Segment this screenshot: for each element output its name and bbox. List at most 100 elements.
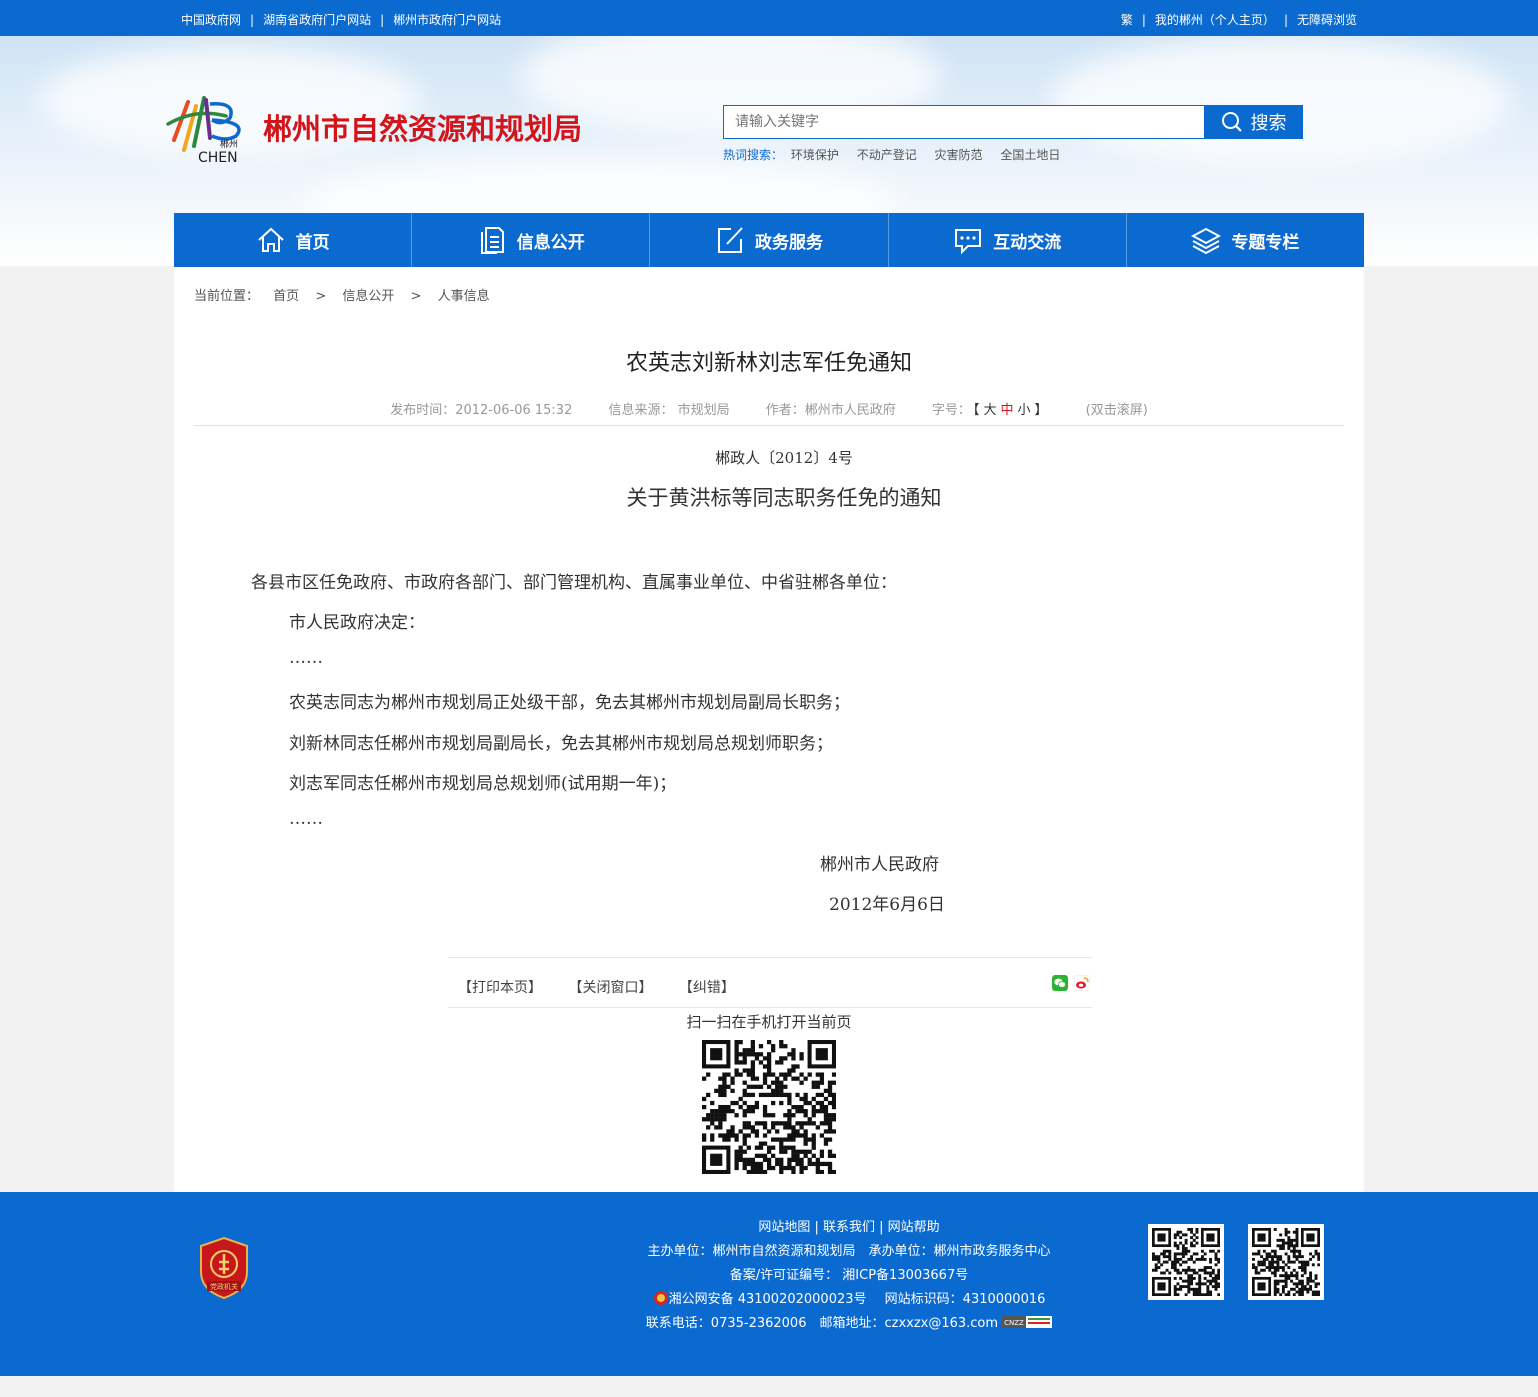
breadcrumb-separator: > [315,289,327,304]
search-input[interactable] [724,106,1204,138]
document-icon [480,227,504,254]
nav-label: 首页 [295,232,330,253]
nav-interaction[interactable]: 互动交流 [889,213,1127,267]
breadcrumb-label: 当前位置： [194,289,260,304]
site-title: 郴州市自然资源和规划局 [263,112,583,146]
search-box [723,105,1205,139]
search-button-label: 搜索 [1250,113,1287,133]
article-meta: 发布时间：2012-06-06 15:32 信息来源： 市规划局 作者：郴州市人… [174,399,1364,418]
footer-qr-1 [1148,1224,1224,1300]
paragraph: 各县市区任免政府、市政府各部门、部门管理机构、直属事业单位、中省驻郴各单位： [251,573,897,593]
chat-icon [955,229,982,255]
layers-icon [1191,227,1222,255]
cnzz-stats-icon[interactable]: CNZZ [1002,1316,1053,1328]
top-links-left: 中国政府网 | 湖南省政府门户网站 | 郴州市政府门户网站 [181,13,502,27]
site-logo-icon[interactable]: 郴州 CHEN [166,90,250,166]
font-size-small[interactable]: 小 [1017,403,1030,418]
nav-label: 专题专栏 [1231,232,1300,253]
breadcrumb-info-public[interactable]: 信息公开 [342,289,394,304]
dblclick-scroll-hint: (双击滚屏) [1085,403,1148,418]
footer-police[interactable]: 湘公网安备 43100202000023号 [669,1292,867,1307]
nav-info-public[interactable]: 信息公开 [412,213,651,267]
accessibility-link[interactable]: 无障碍浏览 [1297,13,1357,27]
article-tools: 【打印本页】 【关闭窗口】 【纠错】 [448,957,1092,1008]
svg-text:郴州: 郴州 [220,138,238,150]
weibo-icon[interactable] [1074,975,1090,991]
info-source: 信息来源： 市规划局 [608,403,730,418]
main-nav: 首页 信息公开 政务服务 互动交流 专题专栏 [174,213,1364,267]
hot-word[interactable]: 灾害防范 [935,148,983,162]
svg-text:CNZZ: CNZZ [1004,1319,1024,1327]
article-container: 当前位置： 首页 > 信息公开 > 人事信息 农英志刘新林刘志军任免通知 发布时… [174,267,1364,1192]
my-chenzhou-link[interactable]: 我的郴州（个人主页） [1155,13,1275,27]
search-icon [1221,112,1242,132]
qr-code-icon [1252,1228,1321,1297]
nav-label: 互动交流 [993,232,1062,253]
hot-words: 热词搜索： 环境保护 不动产登记 灾害防范 全国土地日 [723,146,1060,163]
paragraph: 市人民政府决定： [289,613,425,633]
paragraph: 刘新林同志任郴州市规划局副局长，免去其郴州市规划局总规划师职务； [289,734,833,754]
page-qr-code-icon [702,1040,836,1174]
author: 作者：郴州市人民政府 [765,403,896,418]
footer-link-sitemap[interactable]: 网站地图 [758,1220,810,1235]
signer: 郴州市人民政府 [820,855,939,875]
wechat-icon[interactable] [1052,975,1068,991]
footer-qr-2 [1248,1224,1324,1300]
svg-text:党政机关: 党政机关 [210,1282,238,1291]
scan-qr-text: 扫一扫在手机打开当前页 [686,1013,852,1031]
footer-site-code: 网站标识码：4310000016 [884,1292,1046,1307]
article-title: 农英志刘新林刘志军任免通知 [625,351,912,376]
error-report-button[interactable]: 【纠错】 [679,980,735,996]
footer-link-contact[interactable]: 联系我们 [823,1220,875,1235]
search-button[interactable]: 搜索 [1204,105,1303,139]
nav-special-topics[interactable]: 专题专栏 [1127,213,1364,267]
publish-time: 发布时间：2012-06-06 15:32 [390,403,573,418]
top-links-right: 繁 | 我的郴州（个人主页） | 无障碍浏览 [1120,13,1357,27]
hot-words-label: 热词搜索： [723,148,784,162]
paragraph: 刘志军同志任郴州市规划局总规划师(试用期一年)； [289,774,677,794]
font-size-large[interactable]: 大 [983,403,996,418]
hot-word[interactable]: 全国土地日 [1000,148,1060,162]
footer-link-help[interactable]: 网站帮助 [888,1220,940,1235]
footer-info: 网站地图 | 联系我们 | 网站帮助 主办单位：郴州市自然资源和规划局 承办单位… [634,1216,1064,1336]
nav-home[interactable]: 首页 [174,213,413,267]
document-number: 郴政人〔2012〕4号 [715,449,853,467]
sign-date: 2012年6月6日 [829,895,945,915]
link-china-gov[interactable]: 中国政府网 [181,13,241,27]
nav-label: 政务服务 [755,232,823,253]
paragraph: …… [289,809,323,829]
font-size-control: 字号：【大中小】 [931,403,1048,418]
nav-label: 信息公开 [516,232,585,253]
link-hunan-gov[interactable]: 湖南省政府门户网站 [263,13,371,27]
footer-icp[interactable]: 备案/许可证编号： 湘ICP备13003667号 [634,1264,1064,1288]
breadcrumb-home[interactable]: 首页 [273,289,299,304]
print-button[interactable]: 【打印本页】 [458,980,542,996]
paragraph: 农英志同志为郴州市规划局正处级干部，免去其郴州市规划局副局长职务； [289,693,850,713]
font-size-medium[interactable]: 中 [1000,403,1013,418]
footer-contact: 联系电话：0735-2362006 邮箱地址：czxxzx@163.com [645,1316,999,1331]
breadcrumb-personnel[interactable]: 人事信息 [438,289,490,304]
bottom-strip [0,1376,1538,1397]
close-window-button[interactable]: 【关闭窗口】 [568,980,652,996]
link-chenzhou-gov[interactable]: 郴州市政府门户网站 [393,13,501,27]
font-size-label: 字号： [931,403,971,418]
hot-word[interactable]: 不动产登记 [857,148,917,162]
breadcrumb: 当前位置： 首页 > 信息公开 > 人事信息 [194,285,490,304]
top-bar: 中国政府网 | 湖南省政府门户网站 | 郴州市政府门户网站 繁 | 我的郴州（个人主页） | 无… [0,0,1538,36]
party-gov-badge-icon[interactable]: 党政机关 [197,1236,251,1300]
divider [194,425,1344,426]
svg-text:CHEN: CHEN [198,150,238,166]
home-icon [257,227,284,252]
paragraph: …… [289,648,323,668]
footer-host: 主办单位：郴州市自然资源和规划局 承办单位：郴州市政务服务中心 [647,1244,1051,1259]
breadcrumb-separator: > [410,289,422,304]
share-icons [1052,975,1090,991]
hot-word[interactable]: 环境保护 [791,148,839,162]
site-footer: 党政机关 网站地图 | 联系我们 | 网站帮助 主办单位：郴州市自然资源和规划局… [0,1192,1538,1376]
traditional-chinese-link[interactable]: 繁 [1121,13,1133,27]
edit-icon [718,227,743,253]
document-title: 关于黄洪标等同志职务任免的通知 [626,486,942,510]
qr-code-icon [1152,1228,1221,1297]
nav-gov-service[interactable]: 政务服务 [650,213,889,267]
police-emblem-icon [653,1291,668,1305]
